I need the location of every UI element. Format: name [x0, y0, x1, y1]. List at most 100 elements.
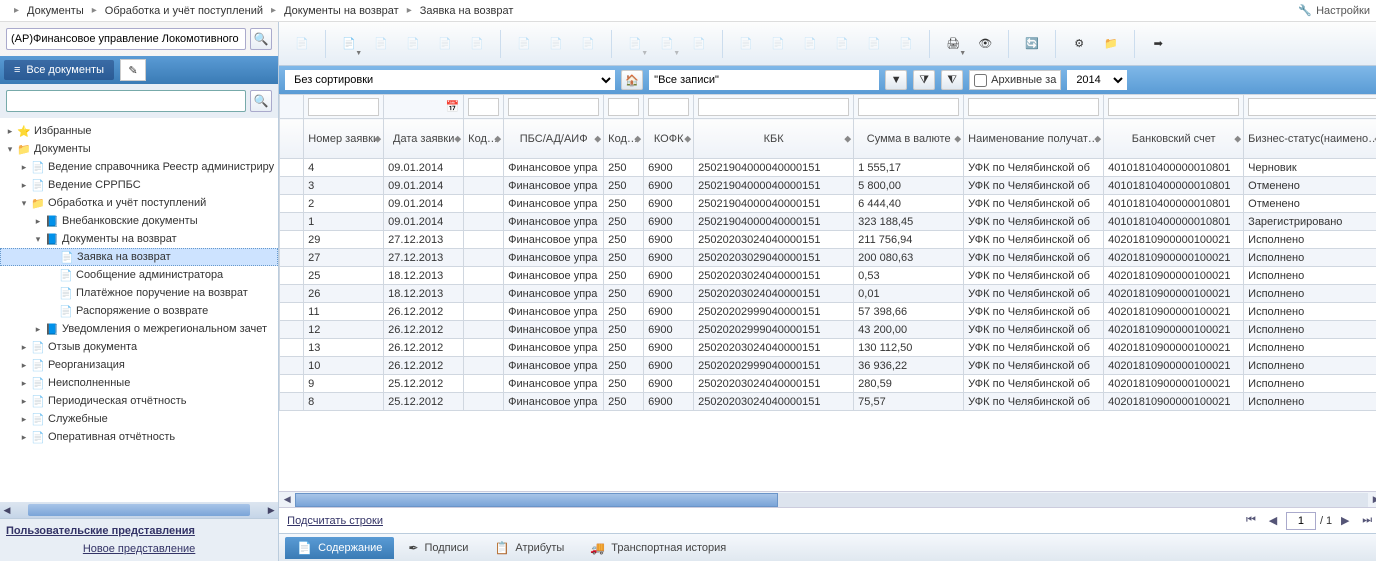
row-checkbox-cell[interactable]: [280, 339, 304, 357]
column-header-sum[interactable]: Сумма в валюте◆: [854, 119, 964, 159]
row-checkbox-cell[interactable]: [280, 357, 304, 375]
column-filter-input[interactable]: [968, 98, 1099, 116]
toolbar-new-button[interactable]: 📄▼: [334, 29, 364, 59]
toolbar-folder-button[interactable]: 📁: [1096, 29, 1126, 59]
tree-toggle-icon[interactable]: ▸: [18, 342, 30, 353]
tree-toggle-icon[interactable]: ▸: [18, 396, 30, 407]
column-filter-input[interactable]: [698, 98, 849, 116]
tree-node[interactable]: ▸📄Отзыв документа: [0, 338, 278, 356]
toolbar-btn-14[interactable]: 📄: [763, 29, 793, 59]
tree-node[interactable]: ▸📄Периодическая отчётность: [0, 392, 278, 410]
archive-year-select[interactable]: 2014: [1067, 70, 1127, 90]
org-input[interactable]: [6, 28, 246, 50]
records-dropdown-button[interactable]: ▼: [885, 70, 907, 90]
toolbar-btn-9[interactable]: 📄: [573, 29, 603, 59]
sort-icon[interactable]: ◆: [1094, 133, 1101, 144]
sort-icon[interactable]: ◆: [594, 133, 601, 144]
breadcrumb-item[interactable]: Обработка и учёт поступлений: [105, 5, 263, 17]
tree-toggle-icon[interactable]: ▸: [18, 414, 30, 425]
row-checkbox-cell[interactable]: [280, 213, 304, 231]
tree-node[interactable]: 📄Сообщение администратора: [0, 266, 278, 284]
toolbar-btn-15[interactable]: 📄: [795, 29, 825, 59]
tree-horizontal-scrollbar[interactable]: ◀ ▶: [0, 502, 278, 518]
tab-content[interactable]: 📄Содержание: [285, 537, 394, 559]
toolbar-btn-7[interactable]: 📄: [509, 29, 539, 59]
tree-toggle-icon[interactable]: ▸: [18, 378, 30, 389]
scroll-right-icon[interactable]: ▶: [264, 505, 278, 516]
tree-toggle-icon[interactable]: ▸: [18, 360, 30, 371]
toolbar-btn-11[interactable]: 📄▼: [652, 29, 682, 59]
tree-node[interactable]: ▸📄Реорганизация: [0, 356, 278, 374]
column-header-pbs[interactable]: ПБС/АД/АИФ◆: [504, 119, 604, 159]
tree-search-button[interactable]: 🔍: [250, 90, 272, 112]
pager-last-button[interactable]: ⏭: [1358, 512, 1376, 530]
column-header-kbk[interactable]: КБК◆: [694, 119, 854, 159]
org-search-button[interactable]: 🔍: [250, 28, 272, 50]
table-row[interactable]: 409.01.2014Финансовое упра25069002502190…: [280, 159, 1376, 177]
count-rows-link[interactable]: Подсчитать строки: [287, 515, 383, 527]
tab-transport[interactable]: 🚚Транспортная история: [578, 537, 738, 559]
tree-node[interactable]: 📄Заявка на возврат: [0, 248, 278, 266]
column-header-kod2[interactable]: Код главы по БК◆: [604, 119, 644, 159]
row-checkbox-cell[interactable]: [280, 303, 304, 321]
row-checkbox-cell[interactable]: [280, 177, 304, 195]
records-filter-input[interactable]: [649, 70, 879, 90]
column-header-kod1[interactable]: Код по Свод реест◆: [464, 119, 504, 159]
toolbar-view-button[interactable]: 👁: [970, 29, 1000, 59]
toolbar-btn-16[interactable]: 📄: [827, 29, 857, 59]
sort-icon[interactable]: ◆: [844, 133, 851, 144]
tree-node[interactable]: ▸⭐Избранные: [0, 122, 278, 140]
pager-page-input[interactable]: [1286, 512, 1316, 530]
archive-checkbox[interactable]: [974, 74, 987, 87]
tree-toggle-icon[interactable]: ▾: [4, 144, 16, 155]
toolbar-exit-button[interactable]: ➡: [1143, 29, 1173, 59]
tree-toggle-icon[interactable]: ▸: [18, 180, 30, 191]
tree-node[interactable]: 📄Платёжное поручение на возврат: [0, 284, 278, 302]
column-header-kofk[interactable]: КОФК◆: [644, 119, 694, 159]
scrollbar-thumb[interactable]: [295, 493, 778, 507]
table-row[interactable]: 1326.12.2012Финансовое упра2506900250202…: [280, 339, 1376, 357]
tree-node[interactable]: ▾📁Документы: [0, 140, 278, 158]
sort-icon[interactable]: ◆: [1234, 133, 1241, 144]
table-row[interactable]: 825.12.2012Финансовое упра25069002502020…: [280, 393, 1376, 411]
tree-node[interactable]: ▸📄Неисполненные: [0, 374, 278, 392]
tree-toggle-icon[interactable]: ▸: [32, 324, 44, 335]
column-filter-input[interactable]: [308, 98, 379, 116]
sort-icon[interactable]: ◆: [374, 133, 381, 144]
toolbar-config-button[interactable]: ⚙: [1064, 29, 1094, 59]
column-filter-input[interactable]: [858, 98, 959, 116]
toolbar-btn-1[interactable]: 📄: [287, 29, 317, 59]
scroll-left-icon[interactable]: ◀: [279, 494, 295, 505]
table-row[interactable]: 2727.12.2013Финансовое упра2506900250202…: [280, 249, 1376, 267]
row-checkbox-cell[interactable]: [280, 231, 304, 249]
tree-toggle-icon[interactable]: ▾: [18, 198, 30, 209]
tree-node[interactable]: ▸📄Оперативная отчётность: [0, 428, 278, 446]
new-view-link[interactable]: Новое представление: [6, 543, 272, 555]
tree-toggle-icon[interactable]: ▸: [32, 216, 44, 227]
grid-horizontal-scrollbar[interactable]: ◀ ▶: [279, 491, 1376, 507]
column-filter-input[interactable]: [648, 98, 689, 116]
column-filter-input[interactable]: [468, 98, 499, 116]
row-checkbox-cell[interactable]: [280, 249, 304, 267]
tree-toggle-icon[interactable]: ▸: [4, 126, 16, 137]
column-filter-input[interactable]: [1248, 98, 1376, 116]
sort-icon[interactable]: ◆: [634, 133, 641, 144]
toolbar-btn-8[interactable]: 📄: [541, 29, 571, 59]
scrollbar-thumb[interactable]: [28, 504, 250, 516]
pager-next-button[interactable]: ▶: [1336, 512, 1354, 530]
column-header-acc[interactable]: Банковский счет◆: [1104, 119, 1244, 159]
home-button[interactable]: 🏠: [621, 70, 643, 90]
column-header-recv[interactable]: Наименование получателя◆: [964, 119, 1104, 159]
row-checkbox-cell[interactable]: [280, 285, 304, 303]
sort-icon[interactable]: ◆: [494, 133, 501, 144]
row-checkbox-cell[interactable]: [280, 195, 304, 213]
document-tree[interactable]: ▸⭐Избранные▾📁Документы▸📄Ведение справочн…: [0, 118, 278, 502]
tab-signatures[interactable]: ✒Подписи: [396, 537, 480, 559]
table-row[interactable]: 209.01.2014Финансовое упра25069002502190…: [280, 195, 1376, 213]
row-checkbox-cell[interactable]: [280, 159, 304, 177]
user-views-title[interactable]: Пользовательские представления: [6, 525, 195, 537]
tree-toggle-icon[interactable]: ▸: [18, 162, 30, 173]
table-row[interactable]: 309.01.2014Финансовое упра25069002502190…: [280, 177, 1376, 195]
toolbar-btn-13[interactable]: 📄: [731, 29, 761, 59]
breadcrumb-item[interactable]: Документы: [27, 5, 84, 17]
